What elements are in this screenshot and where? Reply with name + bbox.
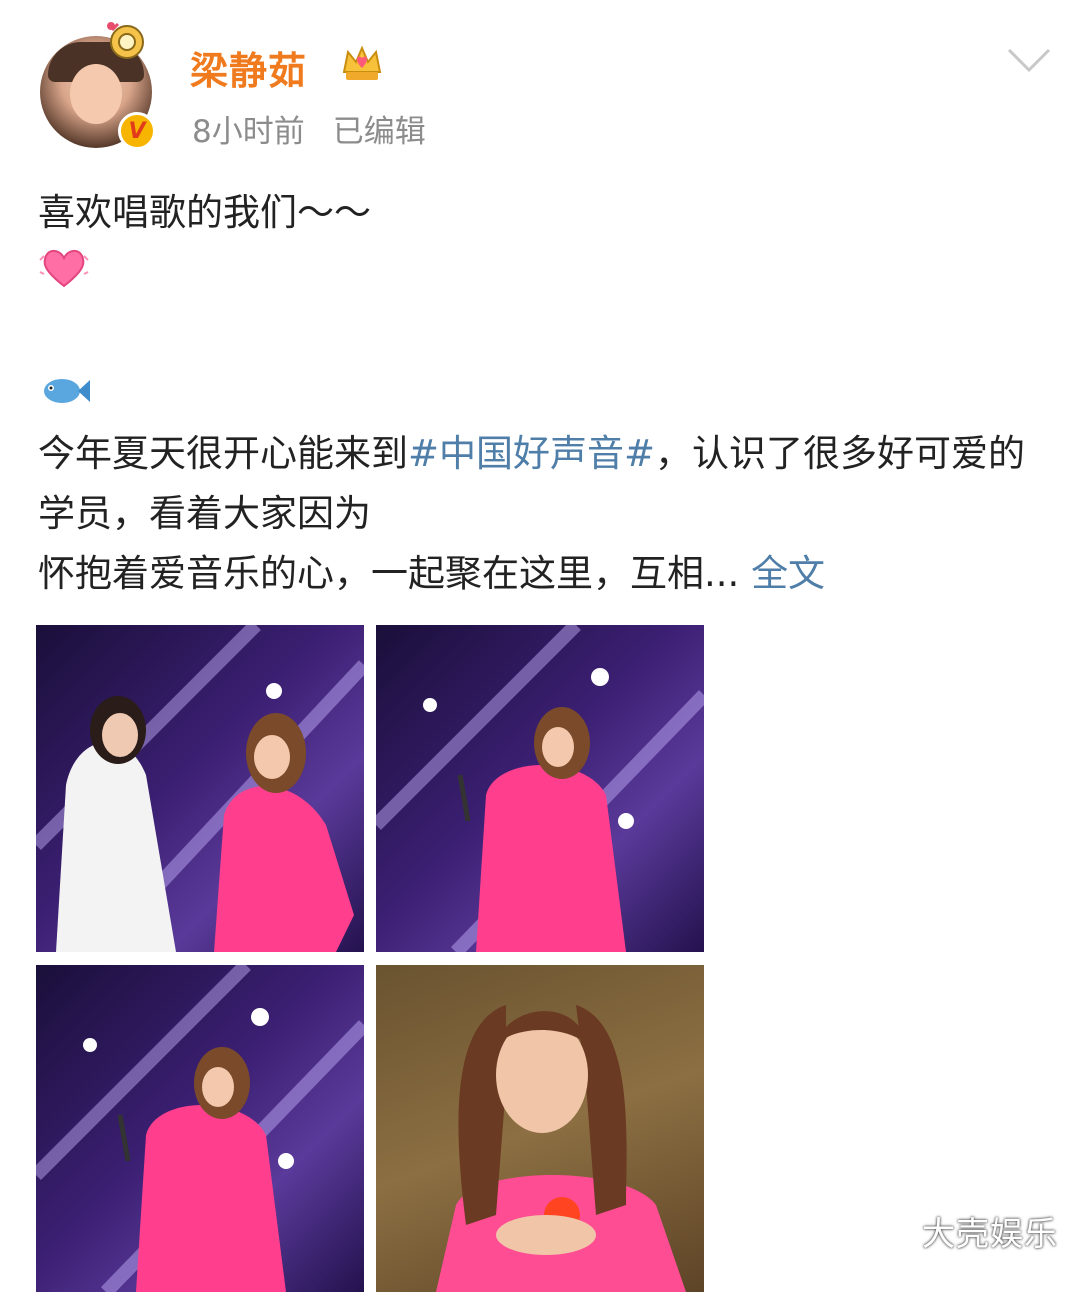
post-text-line: 喜欢唱歌的我们～～: [38, 191, 371, 234]
hashtag-link[interactable]: #中国好声音#: [408, 432, 655, 475]
chevron-down-icon[interactable]: [1006, 46, 1052, 74]
full-text-link[interactable]: 全文: [751, 552, 825, 595]
watermark: 大壳娱乐: [922, 1214, 1058, 1253]
post-text: 怀抱着爱音乐的心，一起聚在这里，互相...: [38, 552, 740, 595]
fish-emoji-icon: [44, 379, 90, 403]
post-meta: 8小时前 已编辑: [192, 106, 426, 151]
photo-1[interactable]: [36, 625, 364, 952]
post-text: 今年夏天很开心能来到: [38, 432, 408, 475]
verified-v-badge-icon: V: [118, 112, 156, 150]
photo-3[interactable]: [36, 965, 364, 1292]
edited-label[interactable]: 已编辑: [333, 114, 426, 150]
post-body: 今年夏天很开心能来到#中国好声音#，认识了很多好可爱的学员，看着大家因为 怀抱着爱…: [38, 424, 1058, 604]
post-time: 8小时前: [192, 114, 305, 150]
photo-2[interactable]: [376, 625, 704, 952]
avatar-decoration-icon: [107, 22, 144, 59]
photo-4[interactable]: [376, 965, 704, 1292]
post-header: V 梁静茹 8小时前 已编辑: [0, 0, 1080, 160]
crown-icon: [342, 45, 382, 80]
beating-heart-emoji-icon: [39, 250, 89, 288]
author-name[interactable]: 梁静茹: [190, 40, 307, 95]
